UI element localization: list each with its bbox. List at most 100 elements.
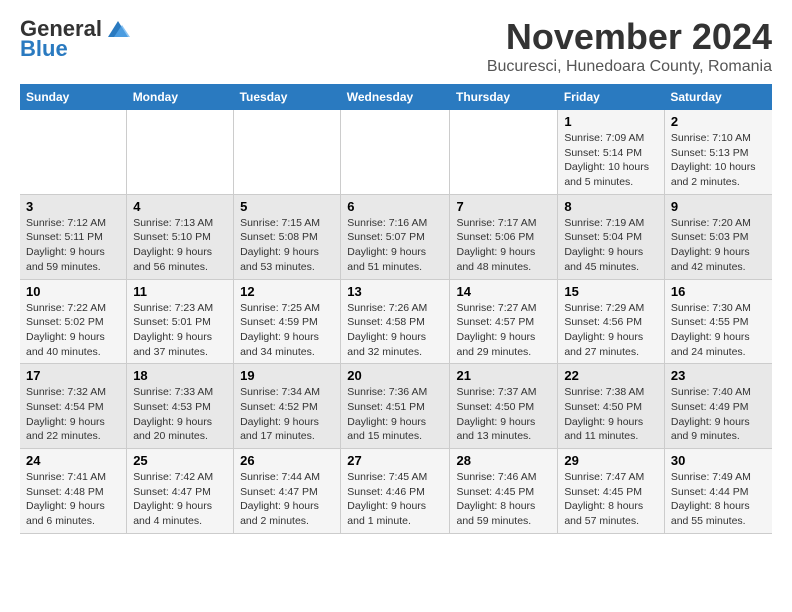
location-title: Bucuresci, Hunedoara County, Romania bbox=[487, 58, 772, 76]
day-info: Sunrise: 7:19 AM Sunset: 5:04 PM Dayligh… bbox=[564, 216, 658, 275]
day-info: Sunrise: 7:47 AM Sunset: 4:45 PM Dayligh… bbox=[564, 470, 658, 529]
day-info: Sunrise: 7:17 AM Sunset: 5:06 PM Dayligh… bbox=[456, 216, 551, 275]
day-number: 26 bbox=[240, 453, 334, 468]
day-info: Sunrise: 7:36 AM Sunset: 4:51 PM Dayligh… bbox=[347, 385, 443, 444]
day-number: 12 bbox=[240, 284, 334, 299]
calendar-cell bbox=[341, 110, 450, 194]
day-info: Sunrise: 7:42 AM Sunset: 4:47 PM Dayligh… bbox=[133, 470, 227, 529]
day-number: 7 bbox=[456, 199, 551, 214]
day-number: 1 bbox=[564, 114, 658, 129]
logo: General Blue bbox=[20, 16, 132, 62]
day-info: Sunrise: 7:20 AM Sunset: 5:03 PM Dayligh… bbox=[671, 216, 766, 275]
day-number: 20 bbox=[347, 368, 443, 383]
day-number: 14 bbox=[456, 284, 551, 299]
day-number: 25 bbox=[133, 453, 227, 468]
calendar-cell: 2 Sunrise: 7:10 AM Sunset: 5:13 PM Daylig… bbox=[664, 110, 772, 194]
header-wednesday: Wednesday bbox=[341, 84, 450, 110]
calendar-cell: 4 Sunrise: 7:13 AM Sunset: 5:10 PM Daylig… bbox=[127, 194, 234, 279]
calendar-cell: 19 Sunrise: 7:34 AM Sunset: 4:52 PM Dayli… bbox=[234, 364, 341, 449]
calendar-cell: 26 Sunrise: 7:44 AM Sunset: 4:47 PM Dayli… bbox=[234, 449, 341, 534]
calendar-cell: 6Sunrise: 7:16 AM Sunset: 5:07 PM Daylig… bbox=[341, 194, 450, 279]
calendar-week-row: 24 Sunrise: 7:41 AM Sunset: 4:48 PM Dayli… bbox=[20, 449, 772, 534]
logo-blue-text: Blue bbox=[20, 36, 68, 62]
header-friday: Friday bbox=[558, 84, 665, 110]
day-info: Sunrise: 7:26 AM Sunset: 4:58 PM Dayligh… bbox=[347, 301, 443, 360]
calendar-cell: 28Sunrise: 7:46 AM Sunset: 4:45 PM Dayli… bbox=[450, 449, 558, 534]
day-number: 29 bbox=[564, 453, 658, 468]
calendar-cell: 16Sunrise: 7:30 AM Sunset: 4:55 PM Dayli… bbox=[664, 279, 772, 364]
calendar-table: SundayMondayTuesdayWednesdayThursdayFrid… bbox=[20, 84, 772, 534]
day-info: Sunrise: 7:30 AM Sunset: 4:55 PM Dayligh… bbox=[671, 301, 766, 360]
day-number: 2 bbox=[671, 114, 766, 129]
header-saturday: Saturday bbox=[664, 84, 772, 110]
calendar-cell bbox=[20, 110, 127, 194]
calendar-cell bbox=[127, 110, 234, 194]
day-info: Sunrise: 7:23 AM Sunset: 5:01 PM Dayligh… bbox=[133, 301, 227, 360]
day-number: 30 bbox=[671, 453, 766, 468]
day-number: 3 bbox=[26, 199, 120, 214]
calendar-cell: 3 Sunrise: 7:12 AM Sunset: 5:11 PM Daylig… bbox=[20, 194, 127, 279]
calendar-cell: 20 Sunrise: 7:36 AM Sunset: 4:51 PM Dayli… bbox=[341, 364, 450, 449]
day-number: 18 bbox=[133, 368, 227, 383]
day-info: Sunrise: 7:38 AM Sunset: 4:50 PM Dayligh… bbox=[564, 385, 658, 444]
day-number: 5 bbox=[240, 199, 334, 214]
day-info: Sunrise: 7:27 AM Sunset: 4:57 PM Dayligh… bbox=[456, 301, 551, 360]
calendar-cell bbox=[234, 110, 341, 194]
day-number: 4 bbox=[133, 199, 227, 214]
header-thursday: Thursday bbox=[450, 84, 558, 110]
day-info: Sunrise: 7:49 AM Sunset: 4:44 PM Dayligh… bbox=[671, 470, 766, 529]
calendar-cell: 5 Sunrise: 7:15 AM Sunset: 5:08 PM Daylig… bbox=[234, 194, 341, 279]
day-info: Sunrise: 7:12 AM Sunset: 5:11 PM Dayligh… bbox=[26, 216, 120, 275]
day-number: 21 bbox=[456, 368, 551, 383]
day-info: Sunrise: 7:34 AM Sunset: 4:52 PM Dayligh… bbox=[240, 385, 334, 444]
day-number: 10 bbox=[26, 284, 120, 299]
day-info: Sunrise: 7:25 AM Sunset: 4:59 PM Dayligh… bbox=[240, 301, 334, 360]
day-info: Sunrise: 7:44 AM Sunset: 4:47 PM Dayligh… bbox=[240, 470, 334, 529]
calendar-cell: 10 Sunrise: 7:22 AM Sunset: 5:02 PM Dayli… bbox=[20, 279, 127, 364]
title-area: November 2024 Bucuresci, Hunedoara Count… bbox=[487, 16, 772, 76]
day-info: Sunrise: 7:15 AM Sunset: 5:08 PM Dayligh… bbox=[240, 216, 334, 275]
day-info: Sunrise: 7:13 AM Sunset: 5:10 PM Dayligh… bbox=[133, 216, 227, 275]
day-number: 22 bbox=[564, 368, 658, 383]
calendar-cell: 15 Sunrise: 7:29 AM Sunset: 4:56 PM Dayli… bbox=[558, 279, 665, 364]
day-info: Sunrise: 7:16 AM Sunset: 5:07 PM Dayligh… bbox=[347, 216, 443, 275]
calendar-cell: 23Sunrise: 7:40 AM Sunset: 4:49 PM Dayli… bbox=[664, 364, 772, 449]
day-number: 27 bbox=[347, 453, 443, 468]
calendar-week-row: 10 Sunrise: 7:22 AM Sunset: 5:02 PM Dayli… bbox=[20, 279, 772, 364]
calendar-cell: 9 Sunrise: 7:20 AM Sunset: 5:03 PM Daylig… bbox=[664, 194, 772, 279]
day-number: 9 bbox=[671, 199, 766, 214]
day-number: 19 bbox=[240, 368, 334, 383]
calendar-cell: 12 Sunrise: 7:25 AM Sunset: 4:59 PM Dayli… bbox=[234, 279, 341, 364]
header-tuesday: Tuesday bbox=[234, 84, 341, 110]
calendar-cell: 8Sunrise: 7:19 AM Sunset: 5:04 PM Daylig… bbox=[558, 194, 665, 279]
calendar-cell: 27Sunrise: 7:45 AM Sunset: 4:46 PM Dayli… bbox=[341, 449, 450, 534]
day-info: Sunrise: 7:33 AM Sunset: 4:53 PM Dayligh… bbox=[133, 385, 227, 444]
day-info: Sunrise: 7:41 AM Sunset: 4:48 PM Dayligh… bbox=[26, 470, 120, 529]
day-number: 23 bbox=[671, 368, 766, 383]
month-title: November 2024 bbox=[487, 16, 772, 58]
calendar-cell: 21Sunrise: 7:37 AM Sunset: 4:50 PM Dayli… bbox=[450, 364, 558, 449]
day-info: Sunrise: 7:22 AM Sunset: 5:02 PM Dayligh… bbox=[26, 301, 120, 360]
day-number: 11 bbox=[133, 284, 227, 299]
day-number: 24 bbox=[26, 453, 120, 468]
day-info: Sunrise: 7:10 AM Sunset: 5:13 PM Dayligh… bbox=[671, 131, 766, 190]
calendar-week-row: 3 Sunrise: 7:12 AM Sunset: 5:11 PM Daylig… bbox=[20, 194, 772, 279]
logo-icon bbox=[104, 17, 132, 41]
calendar-cell: 25 Sunrise: 7:42 AM Sunset: 4:47 PM Dayli… bbox=[127, 449, 234, 534]
day-info: Sunrise: 7:29 AM Sunset: 4:56 PM Dayligh… bbox=[564, 301, 658, 360]
header-monday: Monday bbox=[127, 84, 234, 110]
day-info: Sunrise: 7:32 AM Sunset: 4:54 PM Dayligh… bbox=[26, 385, 120, 444]
day-number: 13 bbox=[347, 284, 443, 299]
calendar-header-row: SundayMondayTuesdayWednesdayThursdayFrid… bbox=[20, 84, 772, 110]
calendar-cell: 30 Sunrise: 7:49 AM Sunset: 4:44 PM Dayli… bbox=[664, 449, 772, 534]
calendar-cell: 14 Sunrise: 7:27 AM Sunset: 4:57 PM Dayli… bbox=[450, 279, 558, 364]
calendar-cell bbox=[450, 110, 558, 194]
page-header: General Blue November 2024 Bucuresci, Hu… bbox=[20, 16, 772, 76]
calendar-cell: 13 Sunrise: 7:26 AM Sunset: 4:58 PM Dayli… bbox=[341, 279, 450, 364]
calendar-cell: 24 Sunrise: 7:41 AM Sunset: 4:48 PM Dayli… bbox=[20, 449, 127, 534]
calendar-cell: 17Sunrise: 7:32 AM Sunset: 4:54 PM Dayli… bbox=[20, 364, 127, 449]
calendar-cell: 11 Sunrise: 7:23 AM Sunset: 5:01 PM Dayli… bbox=[127, 279, 234, 364]
day-info: Sunrise: 7:09 AM Sunset: 5:14 PM Dayligh… bbox=[564, 131, 658, 190]
day-number: 15 bbox=[564, 284, 658, 299]
calendar-cell: 29 Sunrise: 7:47 AM Sunset: 4:45 PM Dayli… bbox=[558, 449, 665, 534]
